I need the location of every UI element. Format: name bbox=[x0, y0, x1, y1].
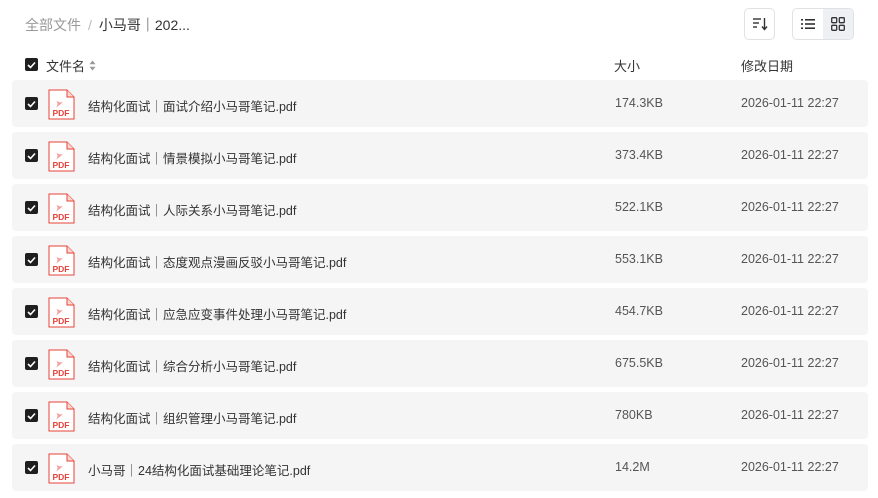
file-name[interactable]: 结构化面试｜态度观点漫画反驳小马哥笔记.pdf bbox=[88, 252, 346, 271]
file-modified-date: 2026-01-11 22:27 bbox=[741, 252, 839, 266]
row-checkbox[interactable] bbox=[25, 201, 38, 214]
pdf-type-label: PDF bbox=[53, 160, 70, 170]
file-size: 174.3KB bbox=[615, 96, 663, 110]
breadcrumb-root[interactable]: 全部文件 bbox=[25, 15, 81, 35]
check-icon bbox=[27, 360, 36, 368]
check-icon bbox=[27, 152, 36, 160]
pdf-file-icon: PDF bbox=[48, 401, 75, 432]
pdf-file-icon: PDF bbox=[48, 349, 75, 380]
column-header-name-label: 文件名 bbox=[46, 59, 86, 74]
file-row[interactable]: PDF 结构化面试｜人际关系小马哥笔记.pdf 522.1KB 2026-01-… bbox=[12, 184, 868, 231]
file-size: 373.4KB bbox=[615, 148, 663, 162]
file-modified-date: 2026-01-11 22:27 bbox=[741, 304, 839, 318]
file-name[interactable]: 结构化面试｜综合分析小马哥笔记.pdf bbox=[88, 356, 296, 375]
pdf-file-icon: PDF bbox=[48, 297, 75, 328]
pdf-file-icon: PDF bbox=[48, 193, 75, 224]
select-all-checkbox[interactable] bbox=[25, 58, 38, 71]
row-checkbox[interactable] bbox=[25, 409, 38, 422]
file-size: 522.1KB bbox=[615, 200, 663, 214]
table-header: 文件名 大小 修改日期 bbox=[0, 52, 878, 76]
row-checkbox[interactable] bbox=[25, 461, 38, 474]
file-modified-date: 2026-01-11 22:27 bbox=[741, 408, 839, 422]
row-checkbox[interactable] bbox=[25, 97, 38, 110]
top-bar: 全部文件 / 小马哥｜202... bbox=[0, 0, 878, 48]
pdf-type-label: PDF bbox=[53, 368, 70, 378]
sort-button[interactable] bbox=[744, 8, 775, 40]
file-name[interactable]: 结构化面试｜人际关系小马哥笔记.pdf bbox=[88, 200, 296, 219]
file-name[interactable]: 结构化面试｜情景模拟小马哥笔记.pdf bbox=[88, 148, 296, 167]
check-icon bbox=[27, 61, 36, 69]
breadcrumb: 全部文件 / 小马哥｜202... bbox=[25, 15, 190, 35]
file-row[interactable]: PDF 结构化面试｜态度观点漫画反驳小马哥笔记.pdf 553.1KB 2026… bbox=[12, 236, 868, 283]
file-row[interactable]: PDF 小马哥｜24结构化面试基础理论笔记.pdf 14.2M 2026-01-… bbox=[12, 444, 868, 491]
row-checkbox[interactable] bbox=[25, 253, 38, 266]
column-header-name[interactable]: 文件名 bbox=[46, 56, 96, 75]
file-row[interactable]: PDF 结构化面试｜面试介绍小马哥笔记.pdf 174.3KB 2026-01-… bbox=[12, 80, 868, 127]
pdf-type-label: PDF bbox=[53, 420, 70, 430]
column-header-size[interactable]: 大小 bbox=[614, 56, 640, 75]
file-row[interactable]: PDF 结构化面试｜综合分析小马哥笔记.pdf 675.5KB 2026-01-… bbox=[12, 340, 868, 387]
file-row[interactable]: PDF 结构化面试｜情景模拟小马哥笔记.pdf 373.4KB 2026-01-… bbox=[12, 132, 868, 179]
column-header-modified[interactable]: 修改日期 bbox=[741, 56, 793, 75]
sort-toggle-icon bbox=[89, 60, 96, 71]
pdf-file-icon: PDF bbox=[48, 453, 75, 484]
sort-descending-icon bbox=[752, 18, 768, 31]
pdf-type-label: PDF bbox=[53, 108, 70, 118]
file-row[interactable]: PDF 结构化面试｜组织管理小马哥笔记.pdf 780KB 2026-01-11… bbox=[12, 392, 868, 439]
grid-view-icon bbox=[831, 17, 845, 31]
file-modified-date: 2026-01-11 22:27 bbox=[741, 96, 839, 110]
pdf-file-icon: PDF bbox=[48, 245, 75, 276]
pdf-type-label: PDF bbox=[53, 472, 70, 482]
check-icon bbox=[27, 256, 36, 264]
file-modified-date: 2026-01-11 22:27 bbox=[741, 200, 839, 214]
check-icon bbox=[27, 204, 36, 212]
file-modified-date: 2026-01-11 22:27 bbox=[741, 356, 839, 370]
check-icon bbox=[27, 412, 36, 420]
file-list: PDF 结构化面试｜面试介绍小马哥笔记.pdf 174.3KB 2026-01-… bbox=[12, 80, 868, 496]
file-name[interactable]: 结构化面试｜面试介绍小马哥笔记.pdf bbox=[88, 96, 296, 115]
list-view-icon bbox=[801, 19, 815, 29]
file-name[interactable]: 结构化面试｜组织管理小马哥笔记.pdf bbox=[88, 408, 296, 427]
file-size: 675.5KB bbox=[615, 356, 663, 370]
breadcrumb-current: 小马哥｜202... bbox=[98, 17, 190, 33]
file-size: 553.1KB bbox=[615, 252, 663, 266]
row-checkbox[interactable] bbox=[25, 357, 38, 370]
file-modified-date: 2026-01-11 22:27 bbox=[741, 460, 839, 474]
grid-view-button[interactable] bbox=[823, 9, 853, 39]
pdf-type-label: PDF bbox=[53, 264, 70, 274]
check-icon bbox=[27, 308, 36, 316]
file-name[interactable]: 结构化面试｜应急应变事件处理小马哥笔记.pdf bbox=[88, 304, 346, 323]
file-size: 14.2M bbox=[615, 460, 650, 474]
check-icon bbox=[27, 100, 36, 108]
view-toggle bbox=[792, 8, 854, 40]
list-view-button[interactable] bbox=[793, 9, 823, 39]
row-checkbox[interactable] bbox=[25, 305, 38, 318]
file-name[interactable]: 小马哥｜24结构化面试基础理论笔记.pdf bbox=[88, 460, 310, 479]
breadcrumb-separator: / bbox=[88, 17, 92, 33]
file-size: 454.7KB bbox=[615, 304, 663, 318]
row-checkbox[interactable] bbox=[25, 149, 38, 162]
file-row[interactable]: PDF 结构化面试｜应急应变事件处理小马哥笔记.pdf 454.7KB 2026… bbox=[12, 288, 868, 335]
pdf-type-label: PDF bbox=[53, 316, 70, 326]
pdf-file-icon: PDF bbox=[48, 89, 75, 120]
pdf-file-icon: PDF bbox=[48, 141, 75, 172]
pdf-type-label: PDF bbox=[53, 212, 70, 222]
file-modified-date: 2026-01-11 22:27 bbox=[741, 148, 839, 162]
check-icon bbox=[27, 464, 36, 472]
file-size: 780KB bbox=[615, 408, 653, 422]
